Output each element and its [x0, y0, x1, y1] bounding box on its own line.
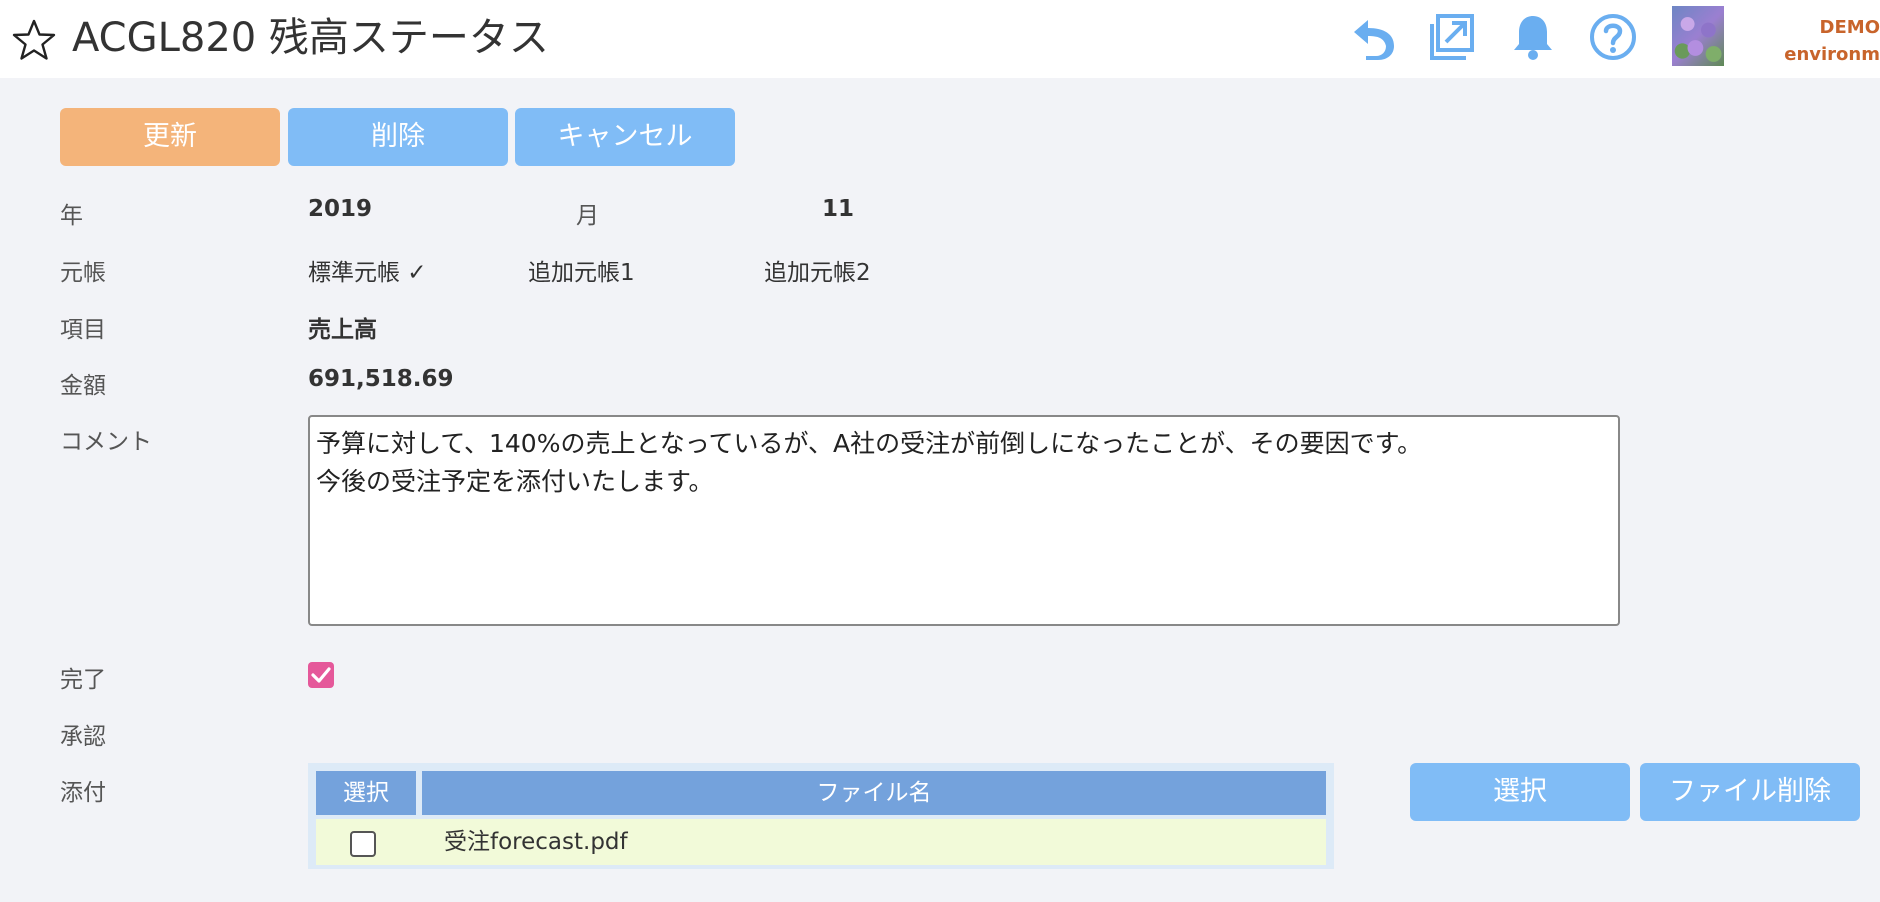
month-label: 月	[576, 203, 599, 229]
year-label: 年	[60, 203, 83, 229]
done-checkbox[interactable]	[308, 662, 334, 688]
ledger-label: 元帳	[60, 260, 106, 286]
done-label: 完了	[60, 667, 106, 693]
cancel-button[interactable]: キャンセル	[515, 108, 735, 166]
ledger-additional-1[interactable]: 追加元帳1	[528, 253, 635, 287]
bell-icon[interactable]	[1508, 12, 1558, 62]
attach-label: 添付	[60, 780, 106, 806]
back-arrow-icon[interactable]	[1348, 12, 1398, 62]
help-icon[interactable]	[1588, 12, 1638, 62]
column-header-filename: ファイル名	[422, 771, 1326, 815]
year-value: 2019	[308, 196, 373, 222]
approval-label: 承認	[60, 724, 106, 750]
comment-label: コメント	[60, 429, 152, 455]
file-name[interactable]: 受注forecast.pdf	[444, 819, 628, 865]
ledger-additional-2[interactable]: 追加元帳2	[764, 253, 871, 287]
row-select-checkbox[interactable]	[350, 831, 376, 857]
app-header: ACGL820 残高ステータス DEMO environm	[0, 0, 1880, 78]
table-row: 受注forecast.pdf	[316, 819, 1326, 865]
ledger-standard[interactable]: 標準元帳 ✓	[308, 253, 427, 287]
favorite-star-icon[interactable]	[12, 18, 56, 62]
month-value: 11	[822, 196, 855, 222]
environment-label: DEMO environm	[1760, 14, 1880, 68]
amount-label: 金額	[60, 373, 106, 399]
page-title: ACGL820 残高ステータス	[72, 15, 549, 61]
delete-file-button[interactable]: ファイル削除	[1640, 763, 1860, 821]
comment-textarea[interactable]: 予算に対して、140%の売上となっているが、A社の受注が前倒しになったことが、そ…	[308, 415, 1620, 626]
item-value: 売上高	[308, 317, 377, 343]
external-link-icon[interactable]	[1428, 12, 1478, 62]
delete-button[interactable]: 削除	[288, 108, 508, 166]
checkmark-icon	[311, 667, 331, 683]
environment-line-2: environm	[1784, 44, 1880, 65]
amount-value: 691,518.69	[308, 366, 454, 392]
environment-line-1: DEMO	[1819, 17, 1880, 38]
avatar[interactable]	[1672, 6, 1724, 66]
column-header-select: 選択	[316, 771, 416, 815]
update-button[interactable]: 更新	[60, 108, 280, 166]
select-file-button[interactable]: 選択	[1410, 763, 1630, 821]
attachments-table: 選択 ファイル名 受注forecast.pdf	[308, 763, 1334, 869]
item-label: 項目	[60, 317, 106, 343]
